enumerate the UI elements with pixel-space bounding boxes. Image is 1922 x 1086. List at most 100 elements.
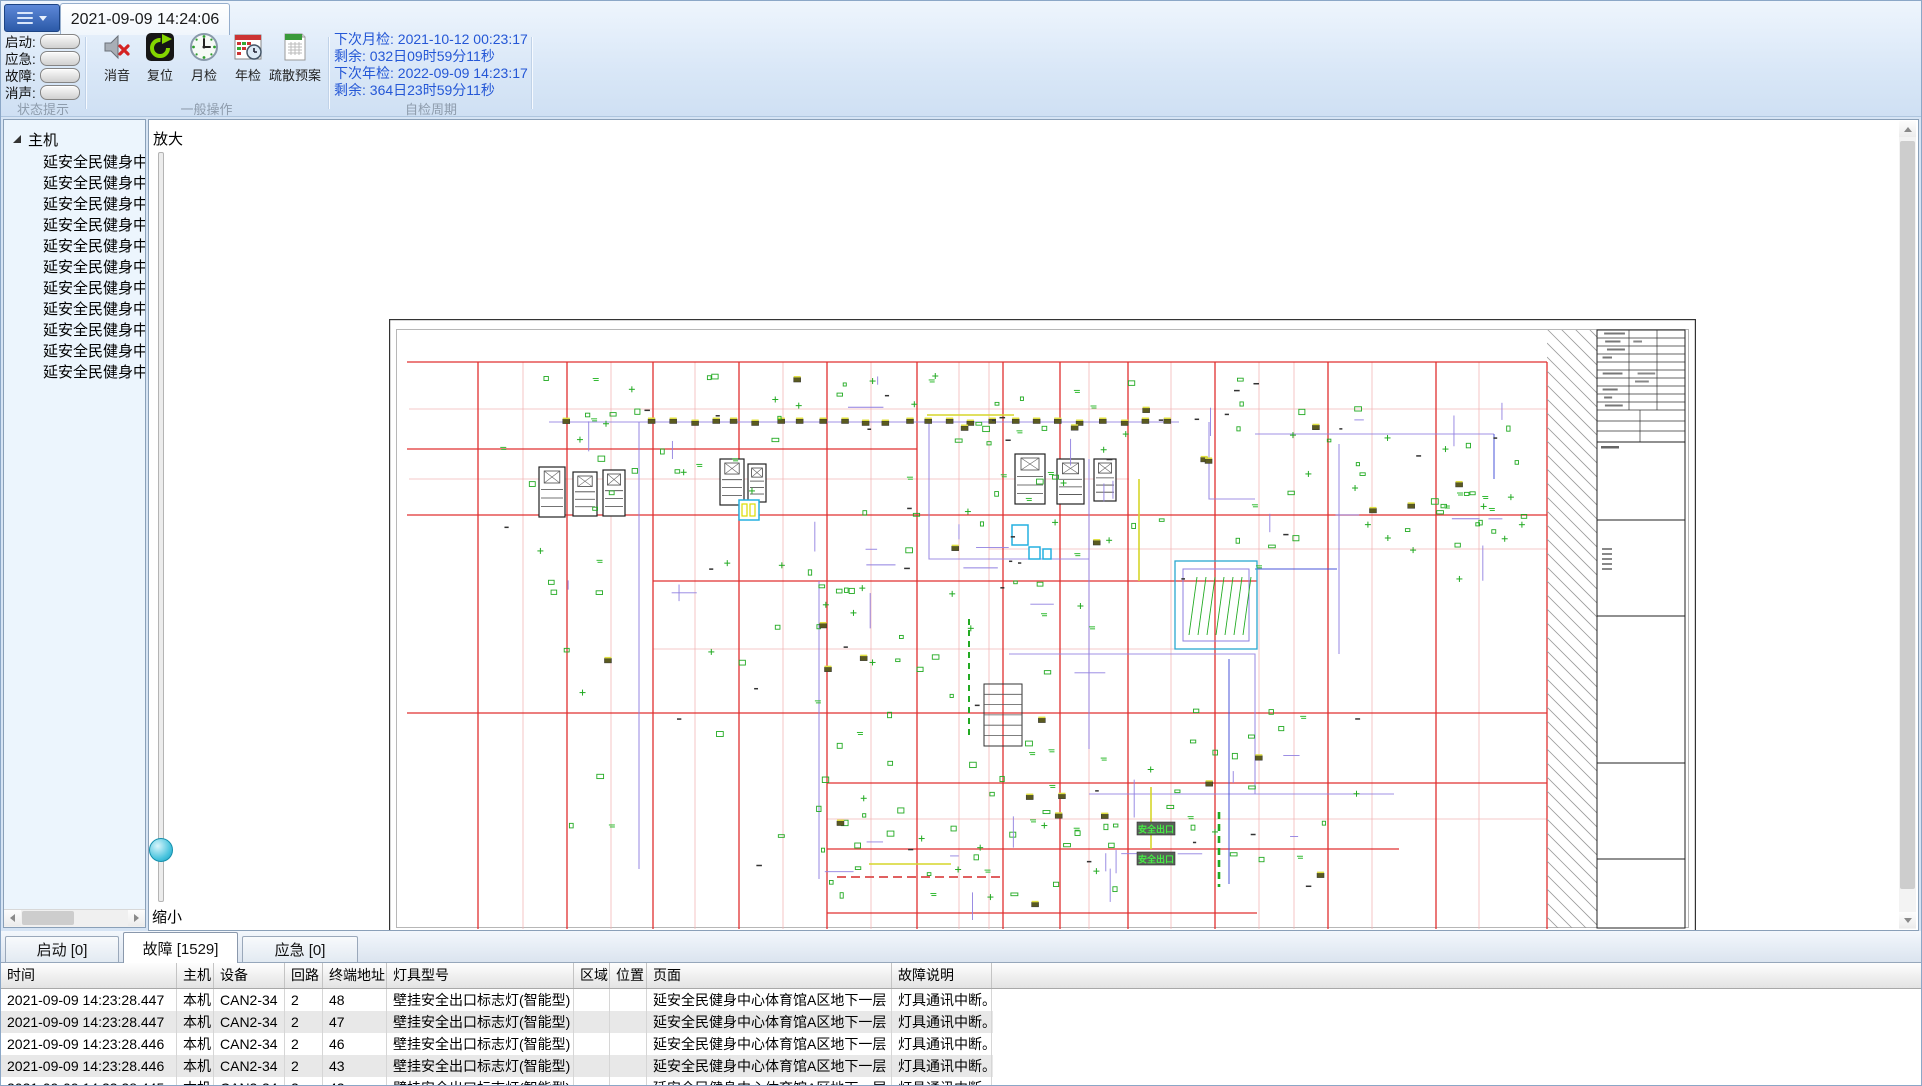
tree-item-host-page[interactable]: 延安全民健身中心体育馆 <box>4 152 145 173</box>
table-cell <box>610 1011 647 1033</box>
canvas-vertical-scrollbar[interactable] <box>1899 121 1916 929</box>
status-indicator <box>40 68 80 83</box>
scrollbar-thumb[interactable] <box>1900 141 1915 889</box>
tree-item-host-page[interactable]: 延安全民健身中心体育馆 <box>4 299 145 320</box>
table-cell <box>610 1055 647 1077</box>
table-row[interactable]: 2021-09-09 14:23:28.446本机CAN2-34243壁挂安全出… <box>1 1055 993 1077</box>
device-tree-panel: 主机 延安全民健身中心体育馆延安全民健身中心体育馆延安全民健身中心体育馆延安全民… <box>3 119 146 928</box>
table-cell <box>610 1077 647 1086</box>
monthly-check-icon <box>189 32 219 62</box>
chevron-down-icon <box>39 16 47 21</box>
monthly-check-button[interactable]: 月检 <box>183 32 225 82</box>
table-cell: 延安全民健身中心体育馆A区地下一层 <box>647 1055 892 1077</box>
table-cell: CAN2-34 <box>214 989 285 1011</box>
table-cell <box>574 1077 610 1086</box>
table-cell: 42 <box>323 1077 387 1086</box>
exit-sign-label: 安全出口 <box>1138 824 1174 835</box>
table-cell: 2021-09-09 14:23:28.445 <box>1 1077 177 1086</box>
tree-item-host-page[interactable]: 延安全民健身中心体育馆 <box>4 194 145 215</box>
column-header[interactable]: 区域 <box>574 963 610 988</box>
table-cell <box>574 1033 610 1055</box>
table-cell: 2021-09-09 14:23:28.447 <box>1 1011 177 1033</box>
column-header[interactable]: 位置 <box>610 963 647 988</box>
table-cell: 延安全民健身中心体育馆A区地下一层 <box>647 989 892 1011</box>
tree-item-host-page[interactable]: 延安全民健身中心体育馆 <box>4 320 145 341</box>
tree-root-node[interactable]: 主机 <box>13 129 145 150</box>
log-tab-emergency[interactable]: 应急 [0] <box>242 936 358 962</box>
table-cell <box>610 989 647 1011</box>
table-cell: 灯具通讯中断。 <box>892 1077 992 1086</box>
log-tab-fault[interactable]: 故障 [1529] <box>123 932 238 963</box>
evacuation-plan-button[interactable]: 疏散预案 <box>263 32 327 82</box>
table-cell: 壁挂安全出口标志灯(智能型) <box>387 1077 574 1086</box>
tree-item-host-page[interactable]: 延安全民健身中心体育馆 <box>4 278 145 299</box>
tree-item-list: 延安全民健身中心体育馆延安全民健身中心体育馆延安全民健身中心体育馆延安全民健身中… <box>4 152 145 383</box>
column-header[interactable]: 回路 <box>285 963 323 988</box>
column-header[interactable]: 时间 <box>1 963 177 988</box>
toolbar-button-label: 疏散预案 <box>269 65 321 84</box>
main-menu-button[interactable] <box>4 4 60 32</box>
table-row[interactable]: 2021-09-09 14:23:28.447本机CAN2-34248壁挂安全出… <box>1 989 993 1011</box>
floorplan-drawing: 安全出口安全出口 <box>389 319 1696 931</box>
status-indicator <box>40 85 80 100</box>
column-header[interactable]: 故障说明 <box>892 963 992 988</box>
zoom-in-button[interactable]: 放大 <box>153 128 183 149</box>
hamburger-icon <box>17 12 33 24</box>
operations-group-label: 一般操作 <box>85 99 328 118</box>
tree-item-host-page[interactable]: 延安全民健身中心体育馆 <box>4 173 145 194</box>
tree-horizontal-scrollbar[interactable] <box>4 909 145 927</box>
table-row[interactable]: 2021-09-09 14:23:28.445本机CAN2-34242壁挂安全出… <box>1 1077 993 1086</box>
window-tab[interactable]: 2021-09-09 14:24:06 <box>60 3 230 35</box>
mute-button[interactable]: 消音 <box>96 32 138 82</box>
toolbar-button-label: 年检 <box>235 65 261 84</box>
log-tab-start[interactable]: 启动 [0] <box>5 936 119 962</box>
tree-expander-icon[interactable] <box>13 135 22 144</box>
scroll-up-button[interactable] <box>1899 121 1916 137</box>
selfcheck-group-label: 自检周期 <box>331 99 531 118</box>
scroll-left-button[interactable] <box>4 910 21 926</box>
column-header[interactable]: 终端地址 <box>323 963 387 988</box>
table-cell: 本机 <box>177 1011 214 1033</box>
table-cell: CAN2-34 <box>214 1011 285 1033</box>
zoom-out-button[interactable]: 缩小 <box>152 906 182 927</box>
annual-check-icon <box>233 32 263 62</box>
status-group-label: 状态提示 <box>1 99 85 118</box>
tree-item-host-page[interactable]: 延安全民健身中心体育馆 <box>4 257 145 278</box>
floorplan-viewport[interactable]: 放大 缩小 安全出口安全出口 <box>148 119 1919 931</box>
table-cell: 本机 <box>177 1055 214 1077</box>
table-cell <box>574 1055 610 1077</box>
table-row[interactable]: 2021-09-09 14:23:28.446本机CAN2-34246壁挂安全出… <box>1 1033 993 1055</box>
scroll-down-button[interactable] <box>1899 912 1916 928</box>
status-indicator <box>40 51 80 66</box>
column-header[interactable]: 页面 <box>647 963 892 988</box>
table-cell: 壁挂安全出口标志灯(智能型) <box>387 1011 574 1033</box>
table-cell: 延安全民健身中心体育馆A区地下一层 <box>647 1033 892 1055</box>
table-cell: 2021-09-09 14:23:28.446 <box>1 1055 177 1077</box>
zoom-slider-handle[interactable] <box>149 838 173 862</box>
tree-item-host-page[interactable]: 延安全民健身中心体育馆 <box>4 362 145 383</box>
column-header[interactable]: 主机 <box>177 963 214 988</box>
application-window: 2021-09-09 14:24:06 启动:应急:故障:消声: 消音复位月检年… <box>0 0 1922 1086</box>
scroll-right-button[interactable] <box>128 910 145 926</box>
table-cell: 2 <box>285 1011 323 1033</box>
selfcheck-info-line: 剩余: 364日23时59分11秒 <box>334 80 495 100</box>
log-tab-strip: 启动 [0]故障 [1529]应急 [0] <box>1 931 1921 963</box>
column-header[interactable]: 灯具型号 <box>387 963 574 988</box>
exit-sign-label: 安全出口 <box>1138 854 1174 865</box>
table-cell: 47 <box>323 1011 387 1033</box>
scrollbar-thumb[interactable] <box>22 911 74 925</box>
column-header[interactable]: 设备 <box>214 963 285 988</box>
table-cell: 46 <box>323 1033 387 1055</box>
toolbar-button-label: 月检 <box>191 65 217 84</box>
exit-sign-symbol: 安全出口 <box>1137 822 1175 835</box>
table-cell: 2 <box>285 1033 323 1055</box>
tree-item-host-page[interactable]: 延安全民健身中心体育馆 <box>4 215 145 236</box>
mute-icon <box>102 32 132 62</box>
table-row[interactable]: 2021-09-09 14:23:28.447本机CAN2-34247壁挂安全出… <box>1 1011 993 1033</box>
table-cell: 灯具通讯中断。 <box>892 989 992 1011</box>
table-cell: 2 <box>285 989 323 1011</box>
tree-item-host-page[interactable]: 延安全民健身中心体育馆 <box>4 236 145 257</box>
zoom-slider-track[interactable] <box>158 152 164 902</box>
reset-button[interactable]: 复位 <box>139 32 181 82</box>
tree-item-host-page[interactable]: 延安全民健身中心体育馆 <box>4 341 145 362</box>
